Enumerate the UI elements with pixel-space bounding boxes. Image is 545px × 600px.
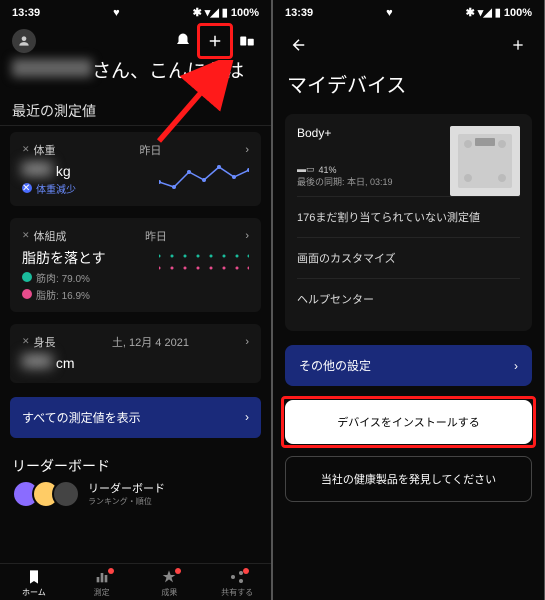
- page-title: マイデバイス: [273, 65, 544, 108]
- heart-icon: ♥: [386, 7, 393, 19]
- height-label: 身長: [34, 334, 56, 350]
- height-card[interactable]: ✕ 身長 土, 12月 4 2021 › cm: [10, 324, 261, 383]
- device-name: Body+: [297, 126, 393, 140]
- signal-icon: ▾◢: [478, 6, 492, 19]
- add-button[interactable]: [506, 33, 530, 57]
- greeting: さん、こんにちは: [0, 57, 271, 95]
- close-icon[interactable]: ✕: [22, 144, 30, 155]
- chevron-right-icon: ›: [245, 410, 249, 424]
- trend-dot-icon: ✕: [22, 183, 32, 193]
- view-all-measurements-button[interactable]: すべての測定値を表示 ›: [10, 397, 261, 438]
- weight-sparkline: [159, 162, 249, 192]
- chevron-right-icon: ›: [245, 230, 249, 242]
- status-bar: 13:39 ♥ ✱ ▾◢ ▮ 100%: [0, 0, 271, 25]
- install-device-button[interactable]: デバイスをインストールする: [285, 400, 532, 444]
- muscle-dot-icon: [22, 272, 32, 282]
- chevron-right-icon: ›: [514, 359, 518, 373]
- weight-label: 体重: [34, 142, 56, 158]
- body-composition-card[interactable]: ✕ 体組成 昨日 › 脂肪を落とす 筋肉: 79.0% 脂肪: 16.9%: [10, 218, 261, 312]
- bodycomp-label: 体組成: [34, 228, 67, 244]
- battery-pct: 100%: [231, 7, 259, 19]
- other-settings-button[interactable]: その他の設定 ›: [285, 345, 532, 386]
- tab-share[interactable]: 共有する: [203, 568, 271, 598]
- notifications-icon[interactable]: [171, 29, 195, 53]
- fat-dot-icon: [22, 289, 32, 299]
- battery-pct: 100%: [504, 7, 532, 19]
- list-item[interactable]: 176まだ割り当てられていない測定値: [297, 196, 520, 237]
- home-icon: [25, 568, 43, 586]
- list-item[interactable]: ヘルプセンター: [297, 278, 520, 319]
- close-icon[interactable]: ✕: [22, 336, 30, 347]
- tab-measure[interactable]: 測定: [68, 568, 136, 598]
- weight-value-blurred: [22, 162, 52, 176]
- badge-dot: [175, 568, 181, 574]
- leaderboard-row[interactable]: リーダーボード ランキング・順位: [0, 480, 271, 508]
- devices-icon[interactable]: [235, 29, 259, 53]
- avatar: [52, 480, 80, 508]
- bodycomp-sparkline: [159, 248, 249, 278]
- height-when: 土, 12月 4 2021: [112, 334, 189, 350]
- height-value-blurred: [22, 354, 52, 368]
- header: [0, 25, 271, 57]
- discover-products-button[interactable]: 当社の健康製品を発見してください: [285, 456, 532, 502]
- bluetooth-icon: ✱: [466, 6, 475, 19]
- username-blurred: [12, 59, 92, 77]
- tab-home[interactable]: ホーム: [0, 568, 68, 598]
- avatar[interactable]: [12, 29, 36, 53]
- heart-icon: ♥: [113, 7, 120, 19]
- status-bar: 13:39 ♥ ✱ ▾◢ ▮ 100%: [273, 0, 544, 25]
- chevron-right-icon: ›: [245, 144, 249, 156]
- weight-trend: 体重減少: [36, 181, 76, 196]
- device-image: [450, 126, 520, 196]
- chevron-right-icon: ›: [245, 336, 249, 348]
- battery-icon: ▮: [495, 6, 501, 19]
- tab-achievements[interactable]: 成果: [136, 568, 204, 598]
- battery-icon: ▮: [222, 6, 228, 19]
- leaderboard-item-title: リーダーボード: [88, 480, 165, 496]
- status-time: 13:39: [12, 7, 40, 19]
- screen-home: 13:39 ♥ ✱ ▾◢ ▮ 100% さん、こんにちは 最近の測定値: [0, 0, 271, 600]
- leaderboard-avatars: [12, 480, 80, 508]
- leaderboard-item-sub: ランキング・順位: [88, 496, 165, 507]
- device-battery: 41%: [319, 165, 337, 175]
- weight-card[interactable]: ✕ 体重 昨日 › kg ✕体重減少: [10, 132, 261, 206]
- signal-icon: ▾◢: [205, 6, 219, 19]
- device-card: Body+ ▬▭ 41% 最後の同期: 本日, 03:19 176まだ割り当てら…: [285, 114, 532, 331]
- list-item[interactable]: 画面のカスタマイズ: [297, 237, 520, 278]
- close-icon[interactable]: ✕: [22, 230, 30, 241]
- recent-measurements-title: 最近の測定値: [0, 95, 271, 126]
- bluetooth-icon: ✱: [193, 6, 202, 19]
- status-time: 13:39: [285, 7, 313, 19]
- battery-icon: ▬▭: [297, 164, 315, 175]
- badge-dot: [243, 568, 249, 574]
- tab-bar: ホーム 測定 成果 共有する: [0, 563, 271, 600]
- leaderboard-title: リーダーボード: [0, 446, 271, 480]
- device-last-sync: 最後の同期: 本日, 03:19: [297, 175, 393, 188]
- add-button[interactable]: [203, 29, 227, 53]
- badge-dot: [108, 568, 114, 574]
- back-button[interactable]: [287, 33, 311, 57]
- weight-when: 昨日: [139, 142, 161, 158]
- screen-devices: 13:39 ♥ ✱ ▾◢ ▮ 100% マイデバイス Body+ ▬▭ 41% …: [273, 0, 544, 600]
- bodycomp-when: 昨日: [145, 228, 167, 244]
